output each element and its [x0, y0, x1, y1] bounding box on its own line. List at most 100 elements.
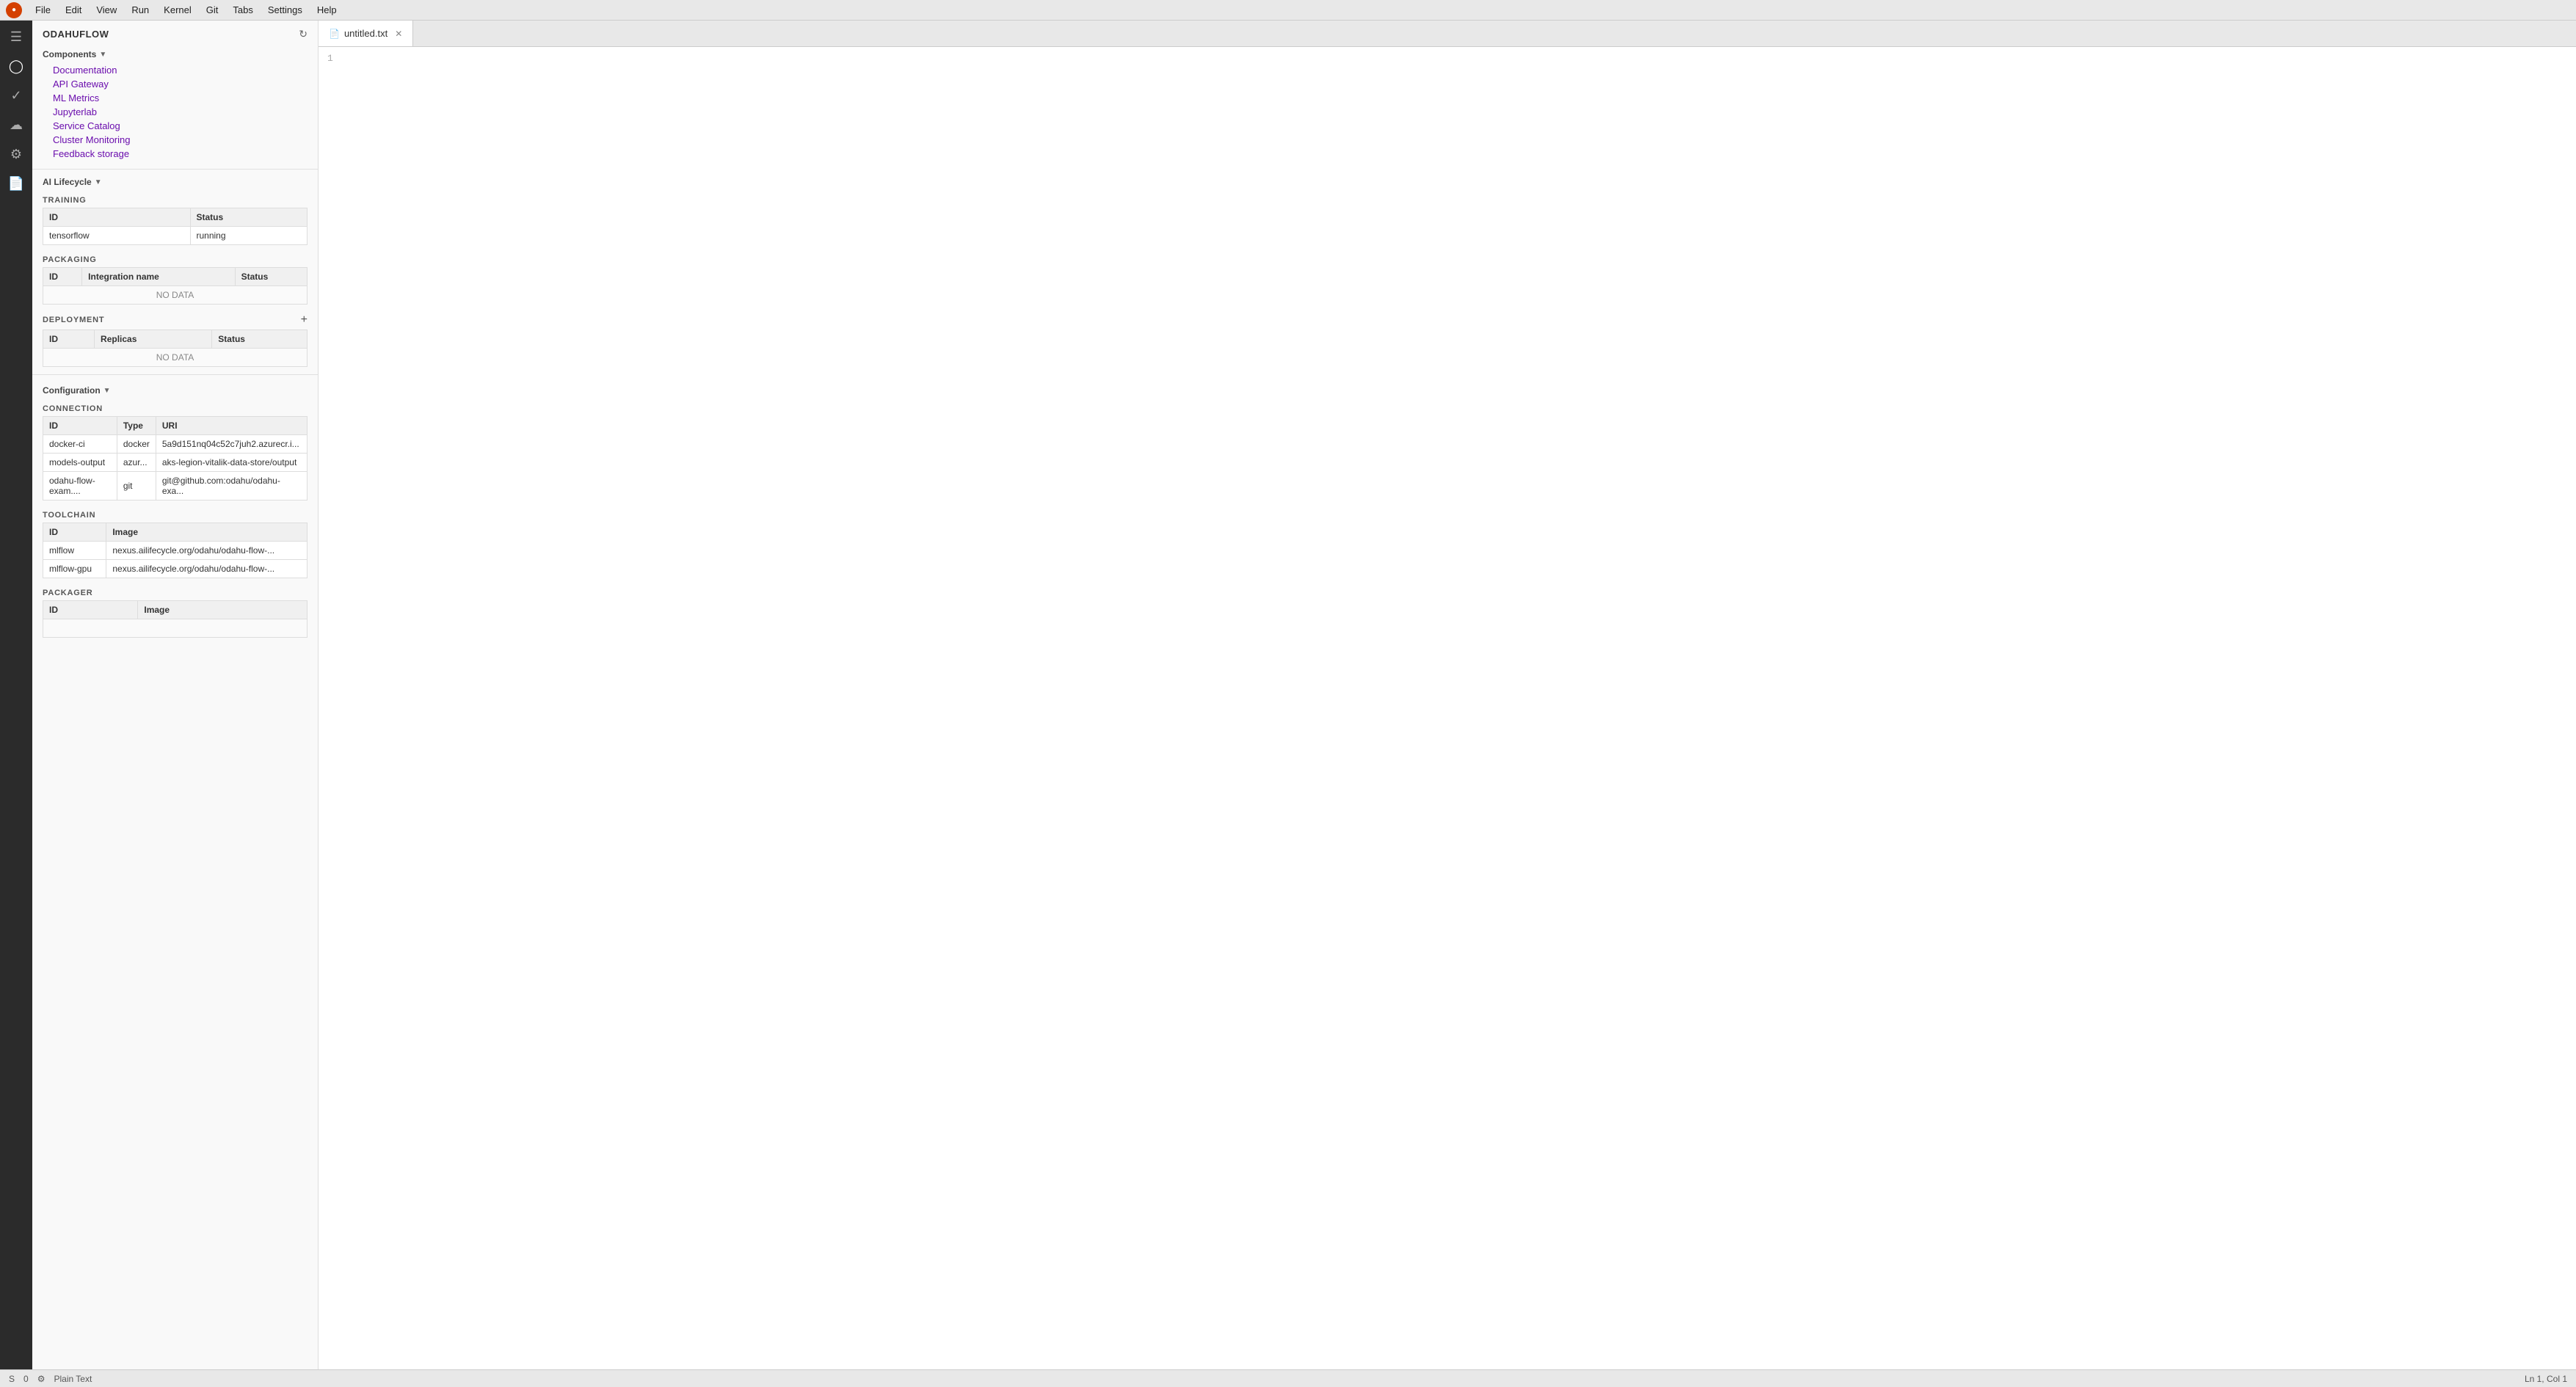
table-row: mlflow-gpu nexus.ailifecycle.org/odahu/o…	[43, 560, 308, 578]
components-label: Components	[43, 49, 96, 59]
tab-untitled[interactable]: 📄 untitled.txt ✕	[319, 21, 413, 46]
toolchain-label: TOOLCHAIN	[32, 505, 318, 523]
ai-lifecycle-arrow-icon: ▼	[95, 178, 102, 186]
tab-close-icon[interactable]: ✕	[395, 29, 402, 39]
conn-col-id: ID	[43, 417, 117, 435]
conn-row0-type: docker	[117, 435, 156, 454]
link-ml-metrics[interactable]: ML Metrics	[53, 92, 308, 104]
configuration-label: Configuration	[43, 385, 101, 396]
toolchain-table: ID Image mlflow nexus.ailifecycle.org/od…	[43, 523, 308, 578]
menu-git[interactable]: Git	[199, 3, 226, 17]
table-row: models-output azur... aks-legion-vitalik…	[43, 454, 308, 472]
deployment-col-status: Status	[212, 330, 308, 349]
rail-gear-icon[interactable]: ⚙	[3, 141, 29, 167]
training-table-container: ID Status tensorflow running	[43, 208, 308, 245]
icon-rail: ☰ ◯ ✓ ☁ ⚙ 📄	[0, 21, 32, 1369]
rail-cloud-icon[interactable]: ☁	[3, 112, 29, 138]
deployment-table-container: ID Replicas Status NO DATA	[43, 330, 308, 367]
table-row	[43, 619, 308, 638]
table-row: NO DATA	[43, 349, 308, 367]
packager-col-id: ID	[43, 601, 138, 619]
line-number-1: 1	[319, 53, 342, 64]
tab-bar: 📄 untitled.txt ✕	[319, 21, 2576, 47]
packaging-table: ID Integration name Status NO DATA	[43, 267, 308, 305]
conn-row1-id: models-output	[43, 454, 117, 472]
link-service-catalog[interactable]: Service Catalog	[53, 120, 308, 132]
editor-content[interactable]: 1	[319, 47, 2576, 1369]
link-feedback-storage[interactable]: Feedback storage	[53, 148, 308, 160]
toolchain-row0-image: nexus.ailifecycle.org/odahu/odahu-flow-.…	[106, 542, 308, 560]
menu-view[interactable]: View	[89, 3, 124, 17]
menu-tabs[interactable]: Tabs	[225, 3, 260, 17]
link-jupyterlab[interactable]: Jupyterlab	[53, 106, 308, 118]
rail-circle-icon[interactable]: ◯	[3, 53, 29, 79]
toolchain-col-image: Image	[106, 523, 308, 542]
toolchain-table-container: ID Image mlflow nexus.ailifecycle.org/od…	[43, 523, 308, 578]
link-cluster-monitoring[interactable]: Cluster Monitoring	[53, 134, 308, 146]
packaging-no-data: NO DATA	[43, 286, 308, 305]
menu-kernel[interactable]: Kernel	[156, 3, 199, 17]
menu-settings[interactable]: Settings	[261, 3, 310, 17]
packager-label: PACKAGER	[32, 583, 318, 600]
connection-table-container: ID Type URI docker-ci docker 5a9d151nq04…	[43, 416, 308, 500]
menu-run[interactable]: Run	[124, 3, 156, 17]
status-count: 0	[23, 1374, 29, 1384]
conn-row2-uri: git@github.com:odahu/odahu-exa...	[156, 472, 307, 500]
conn-row1-uri: aks-legion-vitalik-data-store/output	[156, 454, 307, 472]
sidebar-header: ODAHUFLOW ↻	[32, 21, 318, 45]
table-row: docker-ci docker 5a9d151nq04c52c7juh2.az…	[43, 435, 308, 454]
conn-row2-type: git	[117, 472, 156, 500]
packaging-col-integration: Integration name	[82, 268, 235, 286]
deployment-section: DEPLOYMENT + ID Replicas Status NO DATA	[32, 309, 318, 371]
menu-edit[interactable]: Edit	[58, 3, 89, 17]
file-icon: 📄	[329, 29, 340, 39]
table-row: mlflow nexus.ailifecycle.org/odahu/odahu…	[43, 542, 308, 560]
link-api-gateway[interactable]: API Gateway	[53, 78, 308, 90]
divider-2	[32, 374, 318, 375]
tab-label: untitled.txt	[344, 28, 388, 39]
menu-file[interactable]: File	[28, 3, 58, 17]
table-row: odahu-flow-exam.... git git@github.com:o…	[43, 472, 308, 500]
menubar: ● File Edit View Run Kernel Git Tabs Set…	[0, 0, 2576, 21]
status-bar: S 0 ⚙ Plain Text Ln 1, Col 1	[0, 1369, 2576, 1387]
deployment-header: DEPLOYMENT +	[32, 309, 318, 330]
configuration-arrow-icon: ▼	[103, 387, 111, 395]
add-deployment-icon[interactable]: +	[301, 313, 308, 327]
sidebar: ODAHUFLOW ↻ Components ▼ Documentation A…	[32, 21, 319, 1369]
table-row: tensorflow running	[43, 227, 308, 245]
ai-lifecycle-section-header[interactable]: AI Lifecycle ▼	[32, 172, 318, 190]
sidebar-title: ODAHUFLOW	[43, 29, 109, 40]
packaging-col-id: ID	[43, 268, 82, 286]
toolchain-row0-id: mlflow	[43, 542, 106, 560]
menu-help[interactable]: Help	[310, 3, 344, 17]
plain-text-label: Plain Text	[54, 1374, 92, 1384]
gear-icon[interactable]: ⚙	[37, 1374, 46, 1384]
training-section: TRAINING ID Status tensorflow running	[32, 190, 318, 250]
toolchain-section: TOOLCHAIN ID Image mlflow nexus.ailifecy…	[32, 505, 318, 583]
components-section-header[interactable]: Components ▼	[32, 45, 318, 62]
conn-col-uri: URI	[156, 417, 307, 435]
connection-table: ID Type URI docker-ci docker 5a9d151nq04…	[43, 416, 308, 500]
packager-table: ID Image	[43, 600, 308, 638]
configuration-section-header[interactable]: Configuration ▼	[32, 381, 318, 398]
training-row-id: tensorflow	[43, 227, 191, 245]
packager-section: PACKAGER ID Image	[32, 583, 318, 642]
connection-label: CONNECTION	[32, 398, 318, 416]
packaging-col-status: Status	[235, 268, 307, 286]
toolchain-col-id: ID	[43, 523, 106, 542]
refresh-icon[interactable]: ↻	[299, 28, 308, 40]
rail-file-icon[interactable]: 📄	[3, 170, 29, 197]
link-documentation[interactable]: Documentation	[53, 64, 308, 76]
deployment-no-data: NO DATA	[43, 349, 308, 367]
rail-folder-icon[interactable]: ☰	[3, 23, 29, 50]
deployment-col-id: ID	[43, 330, 95, 349]
conn-col-type: Type	[117, 417, 156, 435]
training-col-status: Status	[190, 208, 308, 227]
packager-col-image: Image	[138, 601, 308, 619]
training-row-status: running	[190, 227, 308, 245]
app-logo: ●	[6, 2, 22, 18]
training-col-id: ID	[43, 208, 191, 227]
editor-area: 📄 untitled.txt ✕ 1	[319, 21, 2576, 1369]
deployment-label: DEPLOYMENT	[43, 316, 104, 324]
rail-tag-icon[interactable]: ✓	[3, 82, 29, 109]
